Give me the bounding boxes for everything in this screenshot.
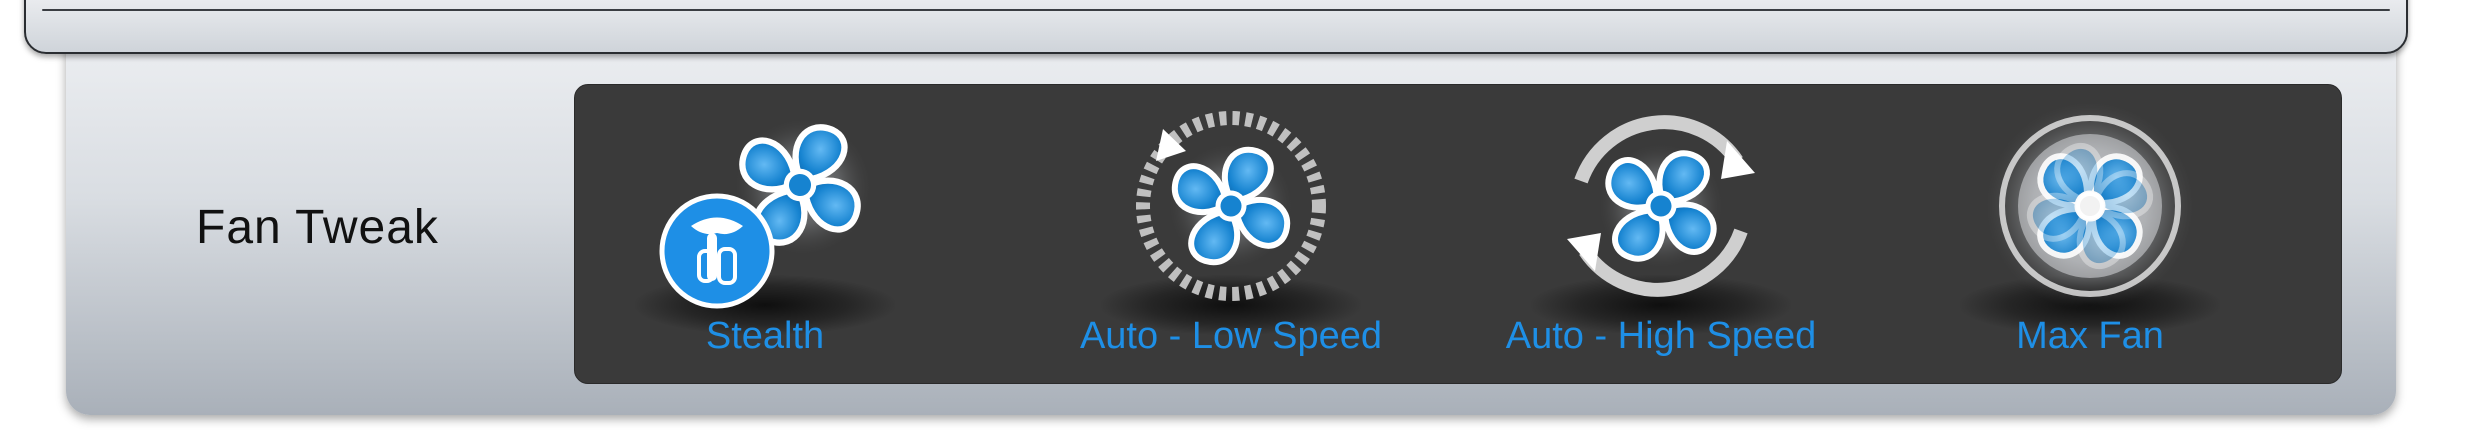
fan-stealth-icon — [659, 101, 885, 309]
mode-label: Auto - Low Speed — [1079, 315, 1383, 357]
fan-max-icon — [1986, 102, 2194, 310]
fan-mode-selector: Stealth Auto - Low Speed Auto - High Spe… — [574, 84, 2342, 384]
max-fan-mode-button[interactable]: Max Fan — [1900, 85, 2280, 383]
auto-low-speed-mode-button[interactable]: Auto - Low Speed — [1041, 85, 1421, 383]
top-bar-divider — [42, 9, 2390, 11]
mode-label: Auto - High Speed — [1505, 315, 1817, 357]
top-bar — [24, 0, 2408, 54]
fan-auto-high-icon — [1567, 115, 1755, 297]
mode-label: Max Fan — [2016, 315, 2164, 357]
fan-auto-low-icon — [1136, 111, 1326, 301]
stealth-mode-button[interactable]: Stealth — [575, 85, 955, 383]
auto-high-speed-mode-button[interactable]: Auto - High Speed — [1471, 85, 1851, 383]
mode-label: Stealth — [705, 315, 825, 357]
section-title: Fan Tweak — [196, 201, 439, 254]
